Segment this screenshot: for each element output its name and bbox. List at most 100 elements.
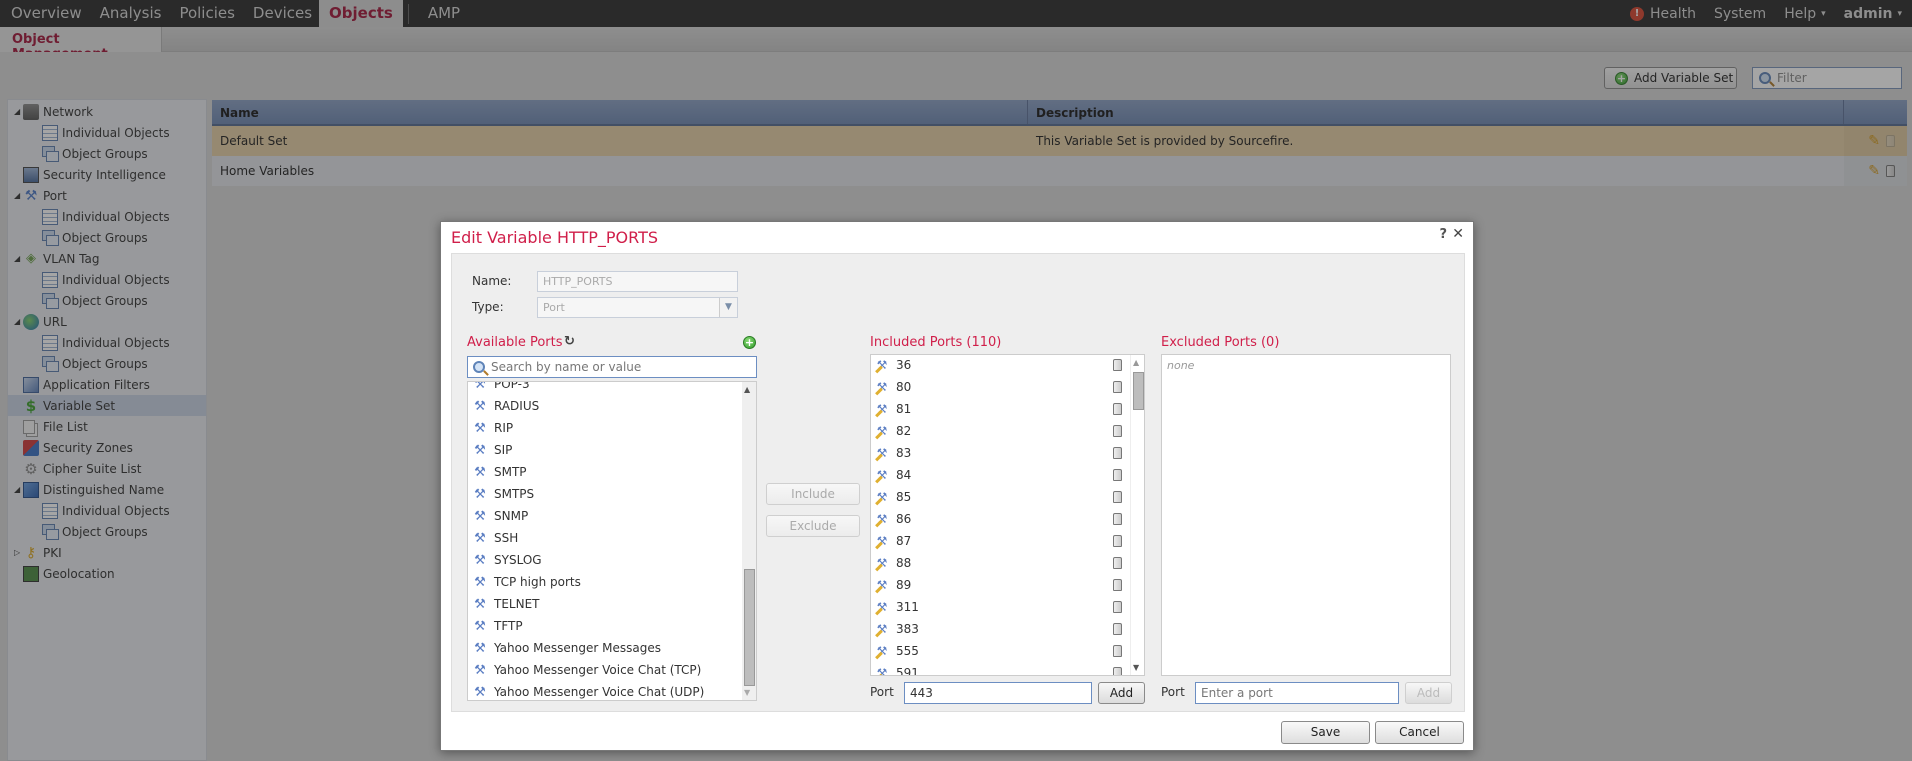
list-item[interactable]: ⚒ 80 xyxy=(874,376,1124,398)
available-ports-title: Available Ports xyxy=(467,335,563,350)
wrench-icon: ⚒ xyxy=(474,508,486,524)
edit-port-icon[interactable]: ⚒ xyxy=(874,490,890,504)
edit-port-icon[interactable]: ⚒ xyxy=(874,358,890,372)
list-item[interactable]: ⚒ SNMP xyxy=(472,505,528,527)
port-value: 86 xyxy=(896,512,912,526)
list-item[interactable]: ⚒ 86 xyxy=(874,508,1124,530)
edit-variable-dialog: Edit Variable HTTP_PORTS ? ✕ Name: HTTP_… xyxy=(440,221,1474,751)
edit-port-icon[interactable]: ⚒ xyxy=(874,622,890,636)
edit-port-icon[interactable]: ⚒ xyxy=(874,578,890,592)
scroll-thumb[interactable] xyxy=(744,569,755,686)
delete-icon[interactable] xyxy=(1113,403,1122,415)
edit-port-icon[interactable]: ⚒ xyxy=(874,644,890,658)
edit-port-icon[interactable]: ⚒ xyxy=(874,424,890,438)
available-search-input[interactable]: Search by name or value xyxy=(467,356,757,378)
exclude-button[interactable]: Exclude xyxy=(766,515,860,537)
edit-port-icon[interactable]: ⚒ xyxy=(874,666,890,675)
wrench-icon: ⚒ xyxy=(474,464,486,480)
excluded-ports-list: none xyxy=(1161,354,1451,676)
delete-icon[interactable] xyxy=(1113,491,1122,503)
list-item[interactable]: ⚒ RADIUS xyxy=(472,395,539,417)
excluded-add-button[interactable]: Add xyxy=(1405,682,1452,704)
wrench-icon: ⚒ xyxy=(474,381,486,392)
wrench-icon: ⚒ xyxy=(474,684,486,700)
type-select: Port ▼ xyxy=(537,297,738,318)
available-scrollbar[interactable]: ▲ ▼ xyxy=(742,382,756,700)
edit-port-icon[interactable]: ⚒ xyxy=(874,512,890,526)
refresh-icon[interactable]: ↻ xyxy=(564,334,575,349)
scroll-down-icon[interactable]: ▼ xyxy=(744,688,750,697)
delete-icon[interactable] xyxy=(1113,381,1122,393)
list-item[interactable]: ⚒ TFTP xyxy=(472,615,522,637)
close-icon[interactable]: ✕ xyxy=(1452,226,1464,242)
list-item[interactable]: ⚒ 89 xyxy=(874,574,1124,596)
list-item[interactable]: ⚒ 83 xyxy=(874,442,1124,464)
save-button[interactable]: Save xyxy=(1281,721,1370,744)
included-add-button[interactable]: Add xyxy=(1098,682,1145,704)
list-item[interactable]: ⚒ 591 xyxy=(874,662,1124,676)
cancel-button[interactable]: Cancel xyxy=(1375,721,1464,744)
edit-port-icon[interactable]: ⚒ xyxy=(874,468,890,482)
port-value: 311 xyxy=(896,600,919,614)
list-item[interactable]: ⚒ 311 xyxy=(874,596,1124,618)
delete-icon[interactable] xyxy=(1113,623,1122,635)
scroll-thumb[interactable] xyxy=(1133,372,1144,410)
include-button[interactable]: Include xyxy=(766,483,860,505)
delete-icon[interactable] xyxy=(1113,645,1122,657)
list-item[interactable]: ⚒ 555 xyxy=(874,640,1124,662)
list-item[interactable]: ⚒ 88 xyxy=(874,552,1124,574)
delete-icon[interactable] xyxy=(1113,447,1122,459)
edit-port-icon[interactable]: ⚒ xyxy=(874,534,890,548)
edit-port-icon[interactable]: ⚒ xyxy=(874,446,890,460)
delete-icon[interactable] xyxy=(1113,469,1122,481)
delete-icon[interactable] xyxy=(1113,535,1122,547)
port-object-name: SYSLOG xyxy=(494,553,542,567)
list-item[interactable]: ⚒ SIP xyxy=(472,439,512,461)
delete-icon[interactable] xyxy=(1113,579,1122,591)
list-item[interactable]: ⚒ Yahoo Messenger Voice Chat (UDP) xyxy=(472,681,704,700)
edit-port-icon[interactable]: ⚒ xyxy=(874,556,890,570)
list-item[interactable]: ⚒ 82 xyxy=(874,420,1124,442)
delete-icon[interactable] xyxy=(1113,425,1122,437)
add-port-object-icon[interactable]: + xyxy=(743,336,756,349)
delete-icon[interactable] xyxy=(1113,359,1122,371)
edit-port-icon[interactable]: ⚒ xyxy=(874,402,890,416)
list-item[interactable]: ⚒ 81 xyxy=(874,398,1124,420)
list-item[interactable]: ⚒ TELNET xyxy=(472,593,539,615)
scroll-up-icon[interactable]: ▲ xyxy=(744,385,750,394)
delete-icon[interactable] xyxy=(1113,557,1122,569)
delete-icon[interactable] xyxy=(1113,601,1122,613)
list-item[interactable]: ⚒ 87 xyxy=(874,530,1124,552)
port-object-name: Yahoo Messenger Voice Chat (TCP) xyxy=(494,663,702,677)
excluded-port-label: Port xyxy=(1161,685,1185,699)
wrench-icon: ⚒ xyxy=(474,596,486,612)
list-item[interactable]: ⚒ 84 xyxy=(874,464,1124,486)
list-item[interactable]: ⚒ SSH xyxy=(472,527,518,549)
delete-icon[interactable] xyxy=(1113,513,1122,525)
included-scrollbar[interactable]: ▲ ▼ xyxy=(1130,355,1144,675)
list-item[interactable]: ⚒ TCP high ports xyxy=(472,571,581,593)
delete-icon[interactable] xyxy=(1113,667,1122,675)
port-value: 89 xyxy=(896,578,912,592)
list-item[interactable]: ⚒ 85 xyxy=(874,486,1124,508)
list-item[interactable]: ⚒ SMTP xyxy=(472,461,526,483)
scroll-up-icon[interactable]: ▲ xyxy=(1133,358,1139,367)
port-value: 591 xyxy=(896,666,919,676)
included-port-input[interactable]: 443 xyxy=(904,682,1092,704)
edit-port-icon[interactable]: ⚒ xyxy=(874,380,890,394)
list-item[interactable]: ⚒ Yahoo Messenger Voice Chat (TCP) xyxy=(472,659,701,681)
help-icon[interactable]: ? xyxy=(1439,227,1447,242)
list-item[interactable]: ⚒ 36 xyxy=(874,355,1124,376)
list-item[interactable]: ⚒ RIP xyxy=(472,417,513,439)
port-object-name: SSH xyxy=(494,531,519,545)
excluded-port-input[interactable]: Enter a port xyxy=(1195,682,1399,704)
port-value: 84 xyxy=(896,468,912,482)
list-item[interactable]: ⚒ POP-3 xyxy=(472,381,529,395)
edit-port-icon[interactable]: ⚒ xyxy=(874,600,890,614)
list-item[interactable]: ⚒ SYSLOG xyxy=(472,549,542,571)
list-item[interactable]: ⚒ 383 xyxy=(874,618,1124,640)
search-placeholder: Search by name or value xyxy=(491,360,642,374)
list-item[interactable]: ⚒ Yahoo Messenger Messages xyxy=(472,637,661,659)
list-item[interactable]: ⚒ SMTPS xyxy=(472,483,534,505)
scroll-down-icon[interactable]: ▼ xyxy=(1133,663,1139,672)
